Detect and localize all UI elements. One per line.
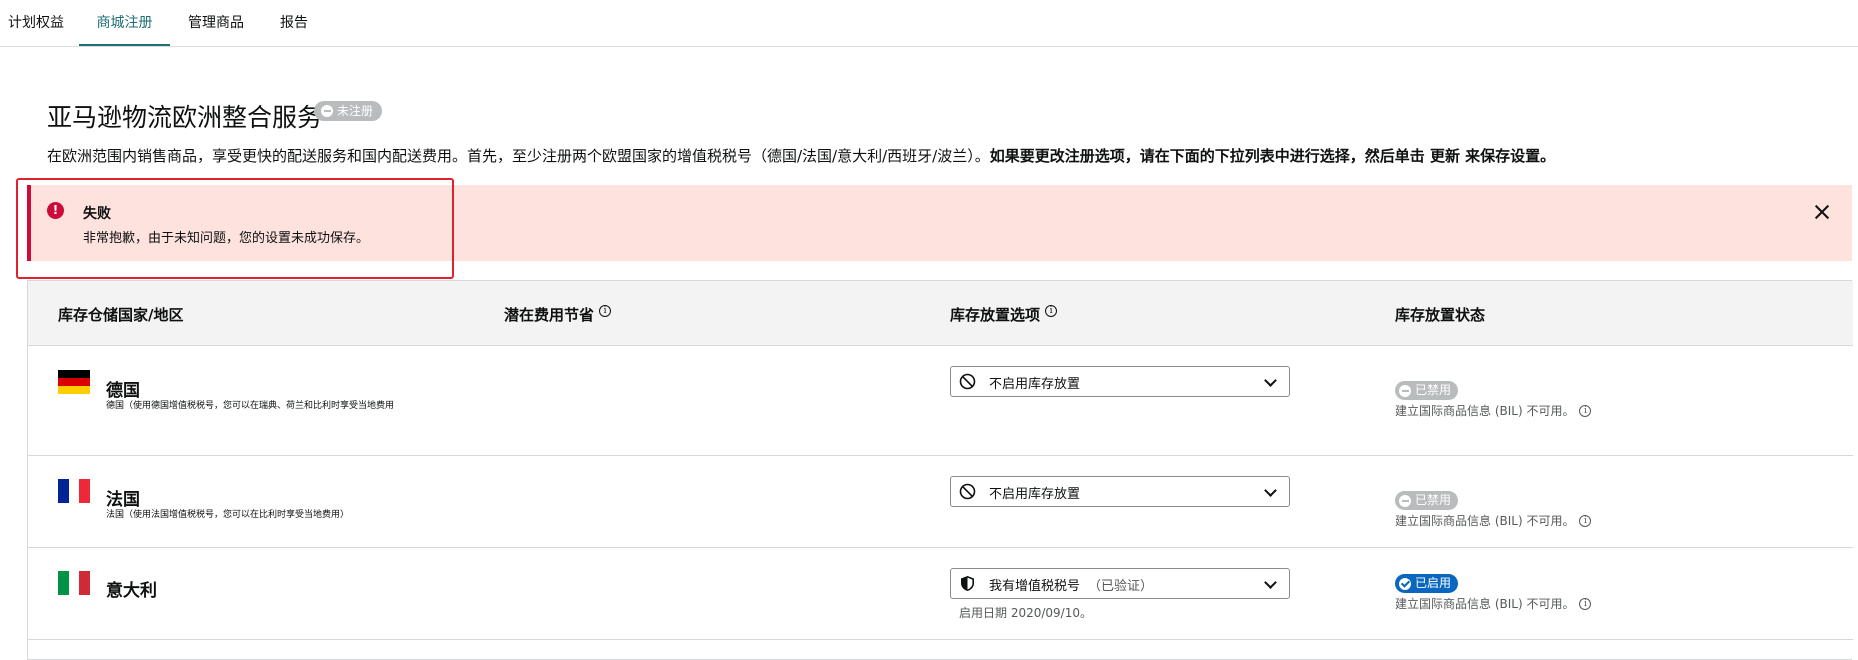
close-icon[interactable] <box>1810 200 1834 224</box>
column-header-placement-option: 库存放置选项 i <box>950 304 1058 325</box>
error-alert: ! 失败 非常抱歉，由于未知问题，您的设置未成功保存。 <box>27 185 1852 261</box>
status-badge-label: 已启用 <box>1415 576 1452 590</box>
alert-title: 失败 <box>83 206 111 222</box>
column-header-label: 库存仓储国家/地区 <box>58 306 184 324</box>
france-flag-icon <box>58 479 91 503</box>
column-header-label: 库存放置状态 <box>1395 306 1486 324</box>
tab-marketplace-registration[interactable]: 商城注册 <box>79 0 170 46</box>
placement-option-select[interactable]: 不启用库存放置 <box>950 366 1290 397</box>
minus-circle-icon <box>1399 384 1411 397</box>
table-row: 意大利 我有增值税税号 （已验证） 启用日期 2020/09/10。 已启用 建立… <box>28 548 1853 640</box>
placement-option-select[interactable]: 我有增值税税号 （已验证） <box>950 568 1290 599</box>
bil-note: 建立国际商品信息 (BIL) 不可用。 i <box>1395 512 1592 529</box>
page-title: 亚马逊物流欧洲整合服务 <box>47 103 323 132</box>
minus-circle-icon <box>321 105 333 117</box>
table-row: 法国 法国（使用法国增值税税号，您可以在比利时享受当地费用） 不启用库存放置 已… <box>28 456 1853 548</box>
placement-option-select[interactable]: 不启用库存放置 <box>950 476 1290 507</box>
description-text: 在欧洲范围内销售商品，享受更快的配送服务和国内配送费用。首先，至少注册两个欧盟国… <box>47 147 990 165</box>
placement-option-verified: （已验证） <box>1088 579 1154 594</box>
alert-message: 非常抱歉，由于未知问题，您的设置未成功保存。 <box>83 231 370 246</box>
chevron-down-icon <box>1264 374 1277 387</box>
table-row: 德国 德国（使用德国增值税税号，您可以在瑞典、荷兰和比利时享受当地费用 不启用库… <box>28 346 1853 456</box>
inventory-placement-table: 库存仓储国家/地区 潜在费用节省 i 库存放置选项 i 库存放置状态 德国 德国… <box>27 280 1853 660</box>
column-header-placement-status: 库存放置状态 <box>1395 304 1485 325</box>
status-badge-label: 已禁用 <box>1415 383 1452 397</box>
info-icon[interactable]: i <box>1579 514 1592 527</box>
status-badge-label: 已禁用 <box>1415 493 1452 507</box>
bil-note: 建立国际商品信息 (BIL) 不可用。 i <box>1395 595 1592 612</box>
column-header-label: 潜在费用节省 <box>504 306 595 324</box>
germany-flag-icon <box>58 370 90 394</box>
bil-note: 建立国际商品信息 (BIL) 不可用。 i <box>1395 402 1592 419</box>
column-header-label: 库存放置选项 <box>950 306 1041 324</box>
chevron-down-icon <box>1264 576 1277 589</box>
italy-flag-icon <box>58 571 91 595</box>
top-tab-bar: 计划权益 商城注册 管理商品 报告 <box>0 0 1858 47</box>
placement-option-main: 我有增值税税号 <box>989 579 1081 594</box>
prohibited-icon <box>959 483 976 500</box>
info-icon[interactable]: i <box>1579 404 1592 417</box>
status-badge: 已启用 <box>1395 574 1459 593</box>
placement-option-value: 我有增值税税号 （已验证） <box>989 575 1153 594</box>
registration-status-badge: 未注册 <box>314 101 383 121</box>
tab-plan-benefits[interactable]: 计划权益 <box>6 0 66 46</box>
info-icon[interactable]: i <box>599 304 612 317</box>
bil-note-text: 建立国际商品信息 (BIL) 不可用。 <box>1395 404 1575 418</box>
enable-date: 启用日期 2020/09/10。 <box>959 606 1092 620</box>
column-header-country: 库存仓储国家/地区 <box>58 304 183 325</box>
bil-note-text: 建立国际商品信息 (BIL) 不可用。 <box>1395 514 1575 528</box>
info-icon[interactable]: i <box>1045 304 1058 317</box>
status-badge: 已禁用 <box>1395 381 1459 400</box>
country-name: 意大利 <box>106 581 157 601</box>
table-header: 库存仓储国家/地区 潜在费用节省 i 库存放置选项 i 库存放置状态 <box>28 281 1853 346</box>
check-circle-icon <box>1399 577 1411 590</box>
page-description: 在欧洲范围内销售商品，享受更快的配送服务和国内配送费用。首先，至少注册两个欧盟国… <box>47 145 1555 166</box>
shield-icon <box>961 576 974 591</box>
chevron-down-icon <box>1264 484 1277 497</box>
alert-accent-bar <box>27 185 31 261</box>
minus-circle-icon <box>1399 494 1411 507</box>
prohibited-icon <box>959 373 976 390</box>
tab-manage-products[interactable]: 管理商品 <box>181 0 251 46</box>
status-badge: 已禁用 <box>1395 491 1459 510</box>
placement-option-value: 不启用库存放置 <box>989 377 1081 392</box>
error-icon: ! <box>47 202 64 219</box>
country-note: 法国（使用法国增值税税号，您可以在比利时享受当地费用） <box>106 510 350 520</box>
info-icon[interactable]: i <box>1579 597 1592 610</box>
tab-reports[interactable]: 报告 <box>277 0 311 46</box>
column-header-fee-savings: 潜在费用节省 i <box>504 304 612 325</box>
description-bold-text: 如果要更改注册选项，请在下面的下拉列表中进行选择，然后单击 更新 来保存设置。 <box>989 147 1556 165</box>
placement-option-value: 不启用库存放置 <box>989 487 1081 502</box>
registration-status-label: 未注册 <box>337 104 374 118</box>
country-note: 德国（使用德国增值税税号，您可以在瑞典、荷兰和比利时享受当地费用 <box>106 401 395 411</box>
bil-note-text: 建立国际商品信息 (BIL) 不可用。 <box>1395 597 1575 611</box>
